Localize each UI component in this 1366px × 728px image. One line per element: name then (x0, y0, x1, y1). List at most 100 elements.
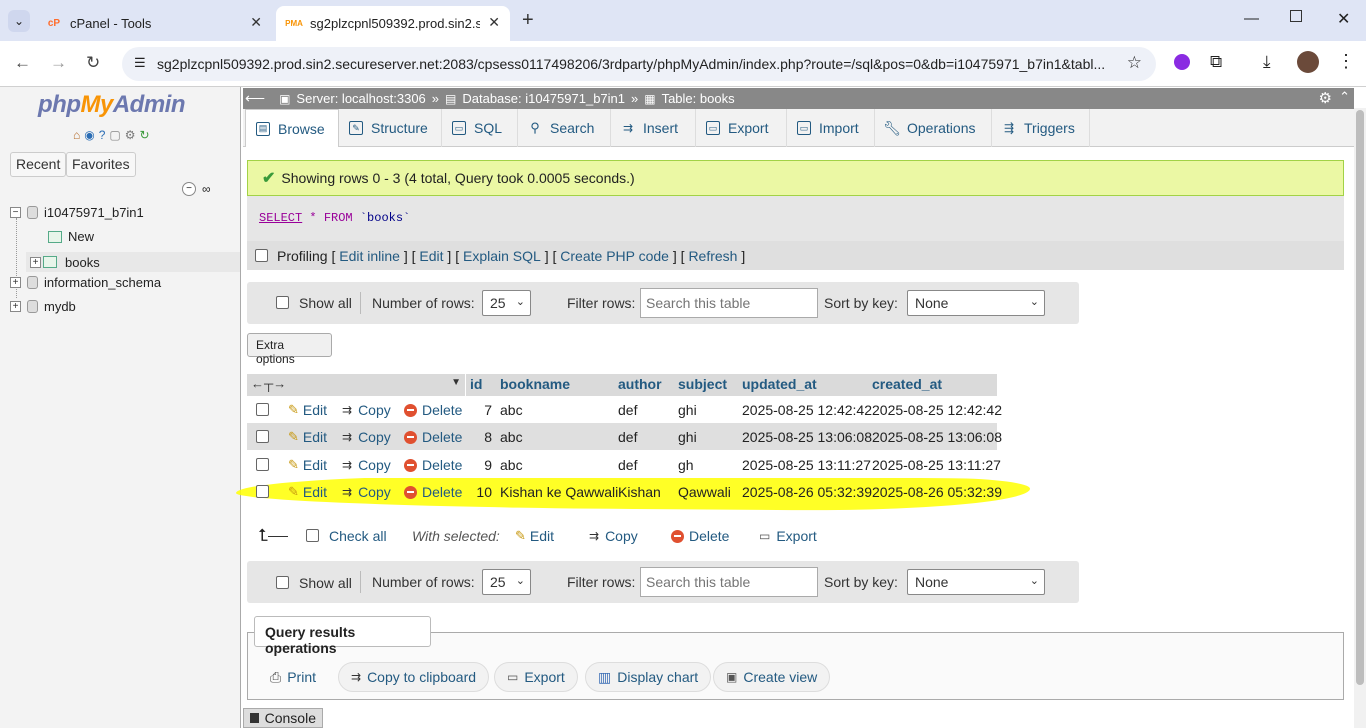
tab-import[interactable]: ▭ Import (787, 109, 875, 147)
maximize-icon[interactable] (1290, 10, 1302, 22)
cell-updated-at[interactable]: 2025-08-25 13:06:08 (738, 423, 872, 450)
row-edit-button[interactable]: ✎ Edit (288, 429, 327, 445)
cell-subject[interactable]: ghi (674, 423, 738, 450)
row-copy-button[interactable]: ⇉ Copy (342, 429, 391, 445)
cell-bookname[interactable]: abc (496, 396, 614, 423)
row-edit-button[interactable]: ✎ Edit (288, 484, 327, 500)
tab-triggers[interactable]: ⇶ Triggers (992, 109, 1090, 147)
row-copy-button[interactable]: ⇉ Copy (342, 402, 391, 418)
browser-tab-cpanel[interactable]: cP cPanel - Tools ✕ (36, 6, 272, 41)
cell-bookname[interactable]: Kishan ke Qawwali (496, 478, 618, 505)
sort-select[interactable]: None ⌄ (907, 290, 1045, 316)
row-checkbox[interactable] (256, 485, 269, 498)
recent-button[interactable]: Recent (10, 152, 67, 177)
docs-icon[interactable]: ▢ (109, 128, 120, 142)
cell-updated-at[interactable]: 2025-08-25 12:42:42 (738, 396, 872, 423)
settings-gear-icon[interactable]: ⚙ (125, 128, 136, 142)
row-copy-button[interactable]: ⇉ Copy (342, 484, 391, 500)
tree-table-books[interactable]: + books (26, 252, 240, 272)
collapse-sidebar-icon[interactable]: ⟵ (245, 90, 265, 107)
refresh-link[interactable]: Refresh (688, 248, 737, 264)
cell-created-at[interactable]: 2025-08-25 12:42:42 (868, 396, 1002, 423)
console-toggle[interactable]: Console (243, 708, 323, 728)
tree-db-mydb[interactable]: + mydb (10, 299, 76, 314)
show-all-checkbox[interactable] (276, 296, 289, 309)
profile-avatar[interactable] (1297, 51, 1319, 73)
breadcrumb-server[interactable]: Server: localhost:3306 (296, 91, 425, 106)
rows-select[interactable]: 25 ⌄ (482, 290, 531, 316)
filter-rows-input[interactable]: Search this table (640, 288, 818, 318)
show-all-checkbox[interactable] (276, 576, 289, 589)
link-with-main-icon[interactable]: ∞ (202, 182, 211, 196)
tab-operations[interactable]: 🔧︎ Operations (875, 109, 992, 147)
col-header-bookname[interactable]: bookname (496, 374, 614, 396)
cell-updated-at[interactable]: 2025-08-25 13:11:27 (738, 451, 871, 478)
cell-updated-at[interactable]: 2025-08-26 05:32:39 (738, 478, 872, 505)
collapse-all-icon[interactable]: − (182, 182, 196, 196)
site-info-icon[interactable]: ☰ (134, 55, 146, 71)
export-button[interactable]: ▭ Export (494, 662, 578, 692)
edit-inline-link[interactable]: Edit inline (339, 248, 400, 264)
close-tab-icon[interactable]: ✕ (250, 14, 262, 31)
settings-gear-icon[interactable]: ⚙ (1319, 89, 1332, 107)
back-icon[interactable]: ← (14, 53, 31, 73)
create-view-button[interactable]: ▣ Create view (713, 662, 831, 692)
sort-caret-icon[interactable]: ▼ (451, 377, 461, 388)
tab-structure[interactable]: ✎ Structure (339, 109, 442, 147)
cell-author[interactable]: def (614, 423, 674, 450)
tab-sql[interactable]: ▭ SQL (442, 109, 518, 147)
tree-db-i10475971[interactable]: − i10475971_b7in1 (10, 205, 144, 220)
row-delete-button[interactable]: Delete (404, 429, 462, 445)
bulk-delete-button[interactable]: Delete (671, 528, 729, 544)
bookmark-star-icon[interactable]: ☆ (1127, 53, 1142, 73)
bulk-export-button[interactable]: ▭ Export (759, 528, 817, 544)
cell-bookname[interactable]: abc (496, 423, 614, 450)
row-delete-button[interactable]: Delete (404, 484, 462, 500)
sort-select[interactable]: None ⌄ (907, 569, 1045, 595)
row-checkbox[interactable] (256, 458, 269, 471)
tab-insert[interactable]: ⇉ Insert (611, 109, 696, 147)
row-delete-button[interactable]: Delete (404, 402, 462, 418)
minimize-icon[interactable]: — (1244, 10, 1259, 27)
filter-rows-input[interactable]: Search this table (640, 567, 818, 597)
expand-icon[interactable]: + (10, 277, 21, 288)
check-all-label[interactable]: Check all (329, 528, 387, 544)
cell-id[interactable]: 7 (466, 396, 496, 423)
cell-id[interactable]: 8 (466, 423, 496, 450)
scrollbar-thumb[interactable] (1356, 110, 1364, 685)
print-button[interactable]: ⎙ Print (258, 662, 328, 692)
col-header-subject[interactable]: subject (674, 374, 738, 396)
cell-id[interactable]: 10 (466, 478, 496, 505)
tab-search[interactable]: ⚲ Search (518, 109, 611, 147)
extensions-puzzle-icon[interactable]: ⧉ (1210, 52, 1222, 72)
row-checkbox[interactable] (256, 403, 269, 416)
cell-bookname[interactable]: abc (496, 451, 614, 478)
logout-icon[interactable]: ◉ (84, 128, 94, 142)
expand-icon[interactable]: + (30, 256, 41, 268)
cell-created-at[interactable]: 2025-08-26 05:32:39 (868, 478, 1002, 505)
tab-search-icon[interactable]: ⌄ (8, 10, 30, 32)
display-chart-button[interactable]: ▥ Display chart (585, 662, 712, 692)
favorites-button[interactable]: Favorites (66, 152, 136, 177)
row-delete-button[interactable]: Delete (404, 457, 462, 473)
profiling-checkbox[interactable] (255, 249, 268, 262)
reload-nav-icon[interactable]: ↻ (140, 128, 150, 142)
col-header-created-at[interactable]: created_at (868, 374, 997, 396)
cell-author[interactable]: Kishan (614, 478, 674, 505)
tab-export[interactable]: ▭ Export (696, 109, 787, 147)
row-checkbox[interactable] (256, 430, 269, 443)
phpmyadmin-logo[interactable]: phpMyAdmin (38, 91, 186, 119)
column-toggle-arrows[interactable]: ←┬→ ▼ (247, 374, 465, 396)
cell-created-at[interactable]: 2025-08-25 13:11:27 (868, 451, 1001, 478)
explain-sql-link[interactable]: Explain SQL (463, 248, 541, 264)
browser-tab-phpmyadmin[interactable]: PMA sg2plzcpnl509392.prod.sin2.sec ✕ (276, 6, 510, 41)
close-tab-icon[interactable]: ✕ (488, 14, 500, 31)
edit-link[interactable]: Edit (419, 248, 443, 264)
create-php-code-link[interactable]: Create PHP code (560, 248, 669, 264)
col-header-id[interactable]: id (466, 374, 496, 396)
sql-keyword[interactable]: SELECT (259, 211, 302, 225)
row-edit-button[interactable]: ✎ Edit (288, 402, 327, 418)
col-header-author[interactable]: author (614, 374, 674, 396)
download-icon[interactable]: ⤓ (1263, 52, 1271, 72)
tree-db-information-schema[interactable]: + information_schema (10, 275, 161, 290)
